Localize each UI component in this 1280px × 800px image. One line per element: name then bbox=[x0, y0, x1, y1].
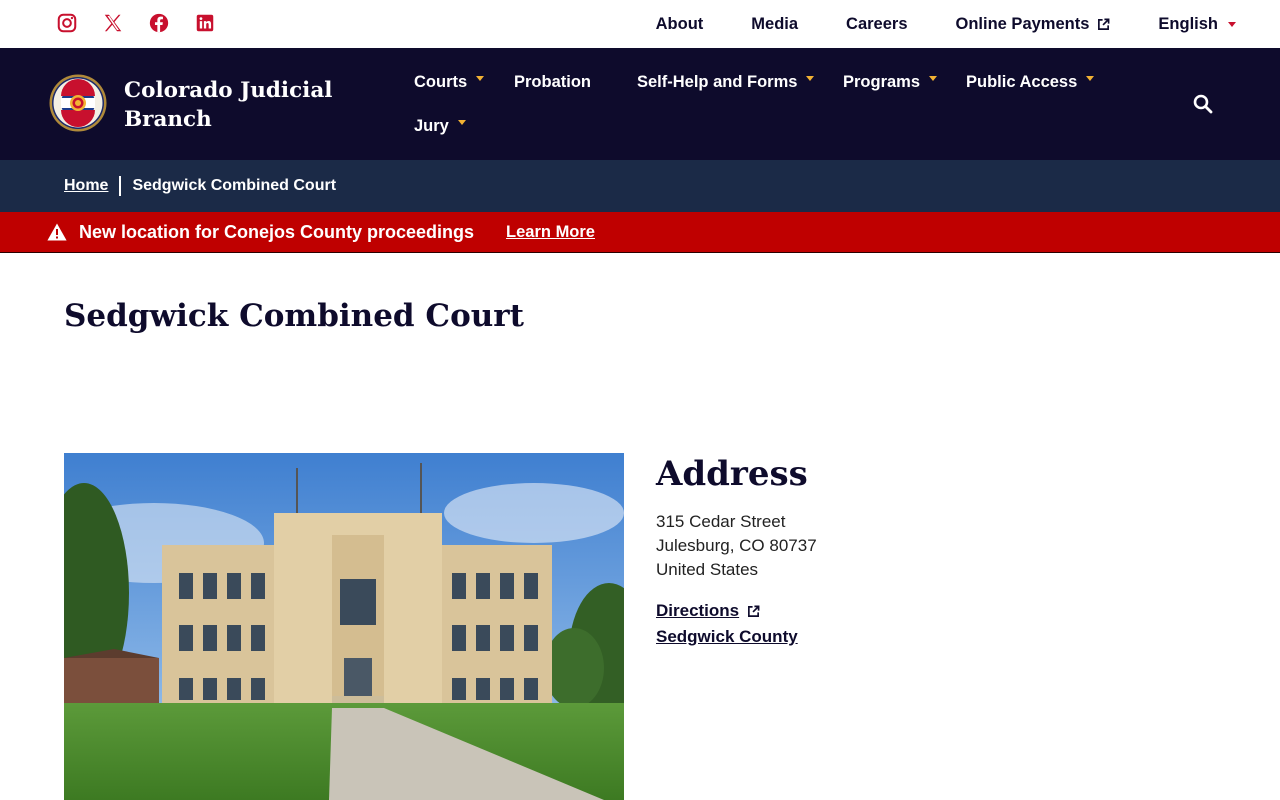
external-link-icon bbox=[1098, 18, 1110, 30]
nav-courts-label: Courts bbox=[414, 72, 468, 91]
language-selector[interactable]: English bbox=[1158, 15, 1236, 34]
courthouse-photo bbox=[64, 453, 624, 800]
careers-link[interactable]: Careers bbox=[846, 15, 907, 34]
directions-link[interactable]: Directions bbox=[656, 598, 798, 624]
county-link[interactable]: Sedgwick County bbox=[656, 624, 798, 650]
warning-icon bbox=[47, 223, 67, 241]
utility-links: About Media Careers Online Payments Engl… bbox=[608, 0, 1236, 48]
nav-self-help[interactable]: Self-Help and Forms bbox=[637, 70, 815, 94]
main-header: Colorado Judicial Branch Courts Probatio… bbox=[0, 48, 1280, 160]
directions-label: Directions bbox=[656, 601, 740, 620]
social-links bbox=[56, 12, 218, 36]
x-icon[interactable] bbox=[102, 12, 126, 36]
language-label: English bbox=[1158, 14, 1218, 33]
address-line-3: United States bbox=[656, 560, 759, 579]
nav-probation-label: Probation bbox=[514, 72, 591, 91]
online-payments-label: Online Payments bbox=[955, 14, 1090, 33]
nav-probation[interactable]: Probation bbox=[514, 70, 591, 94]
utility-bar: About Media Careers Online Payments Engl… bbox=[0, 0, 1280, 48]
page-title: Sedgwick Combined Court bbox=[64, 298, 524, 334]
breadcrumb-current: Sedgwick Combined Court bbox=[132, 177, 337, 194]
instagram-icon[interactable] bbox=[56, 12, 80, 36]
alert-banner: New location for Conejos County proceedi… bbox=[0, 212, 1280, 253]
address-line-2: Julesburg, CO 80737 bbox=[656, 536, 817, 555]
about-link[interactable]: About bbox=[656, 15, 704, 34]
breadcrumb-separator bbox=[119, 176, 122, 196]
site-name[interactable]: Colorado Judicial Branch bbox=[124, 76, 354, 134]
breadcrumb-home[interactable]: Home bbox=[64, 177, 108, 195]
nav-self-help-label: Self-Help and Forms bbox=[637, 72, 798, 91]
nav-public-access-label: Public Access bbox=[966, 72, 1078, 91]
caret-down-icon bbox=[457, 119, 466, 125]
caret-down-icon bbox=[806, 75, 815, 81]
facebook-icon[interactable] bbox=[148, 12, 172, 36]
breadcrumb: Home Sedgwick Combined Court bbox=[0, 160, 1280, 212]
online-payments-link[interactable]: Online Payments bbox=[956, 15, 1111, 34]
caret-down-icon bbox=[929, 75, 938, 81]
caret-down-icon bbox=[1086, 75, 1095, 81]
linkedin-icon[interactable] bbox=[194, 12, 218, 36]
nav-programs-label: Programs bbox=[843, 72, 921, 91]
alert-learn-more-link[interactable]: Learn More bbox=[506, 223, 595, 242]
colorado-courts-seal-icon[interactable] bbox=[49, 74, 107, 132]
nav-programs[interactable]: Programs bbox=[843, 70, 938, 94]
address-line-1: 315 Cedar Street bbox=[656, 512, 786, 531]
media-link[interactable]: Media bbox=[751, 15, 798, 34]
caret-down-icon bbox=[1228, 21, 1236, 27]
nav-jury-label: Jury bbox=[414, 116, 449, 135]
nav-public-access[interactable]: Public Access bbox=[966, 70, 1095, 94]
address-links: Directions Sedgwick County bbox=[656, 598, 798, 650]
nav-jury[interactable]: Jury bbox=[414, 114, 466, 138]
search-icon[interactable] bbox=[1192, 93, 1214, 115]
nav-courts[interactable]: Courts bbox=[414, 70, 485, 94]
address-block: 315 Cedar Street Julesburg, CO 80737 Uni… bbox=[656, 510, 817, 582]
caret-down-icon bbox=[476, 75, 485, 81]
alert-message: New location for Conejos County proceedi… bbox=[79, 221, 475, 242]
address-heading: Address bbox=[656, 454, 808, 494]
external-link-icon bbox=[748, 605, 760, 617]
